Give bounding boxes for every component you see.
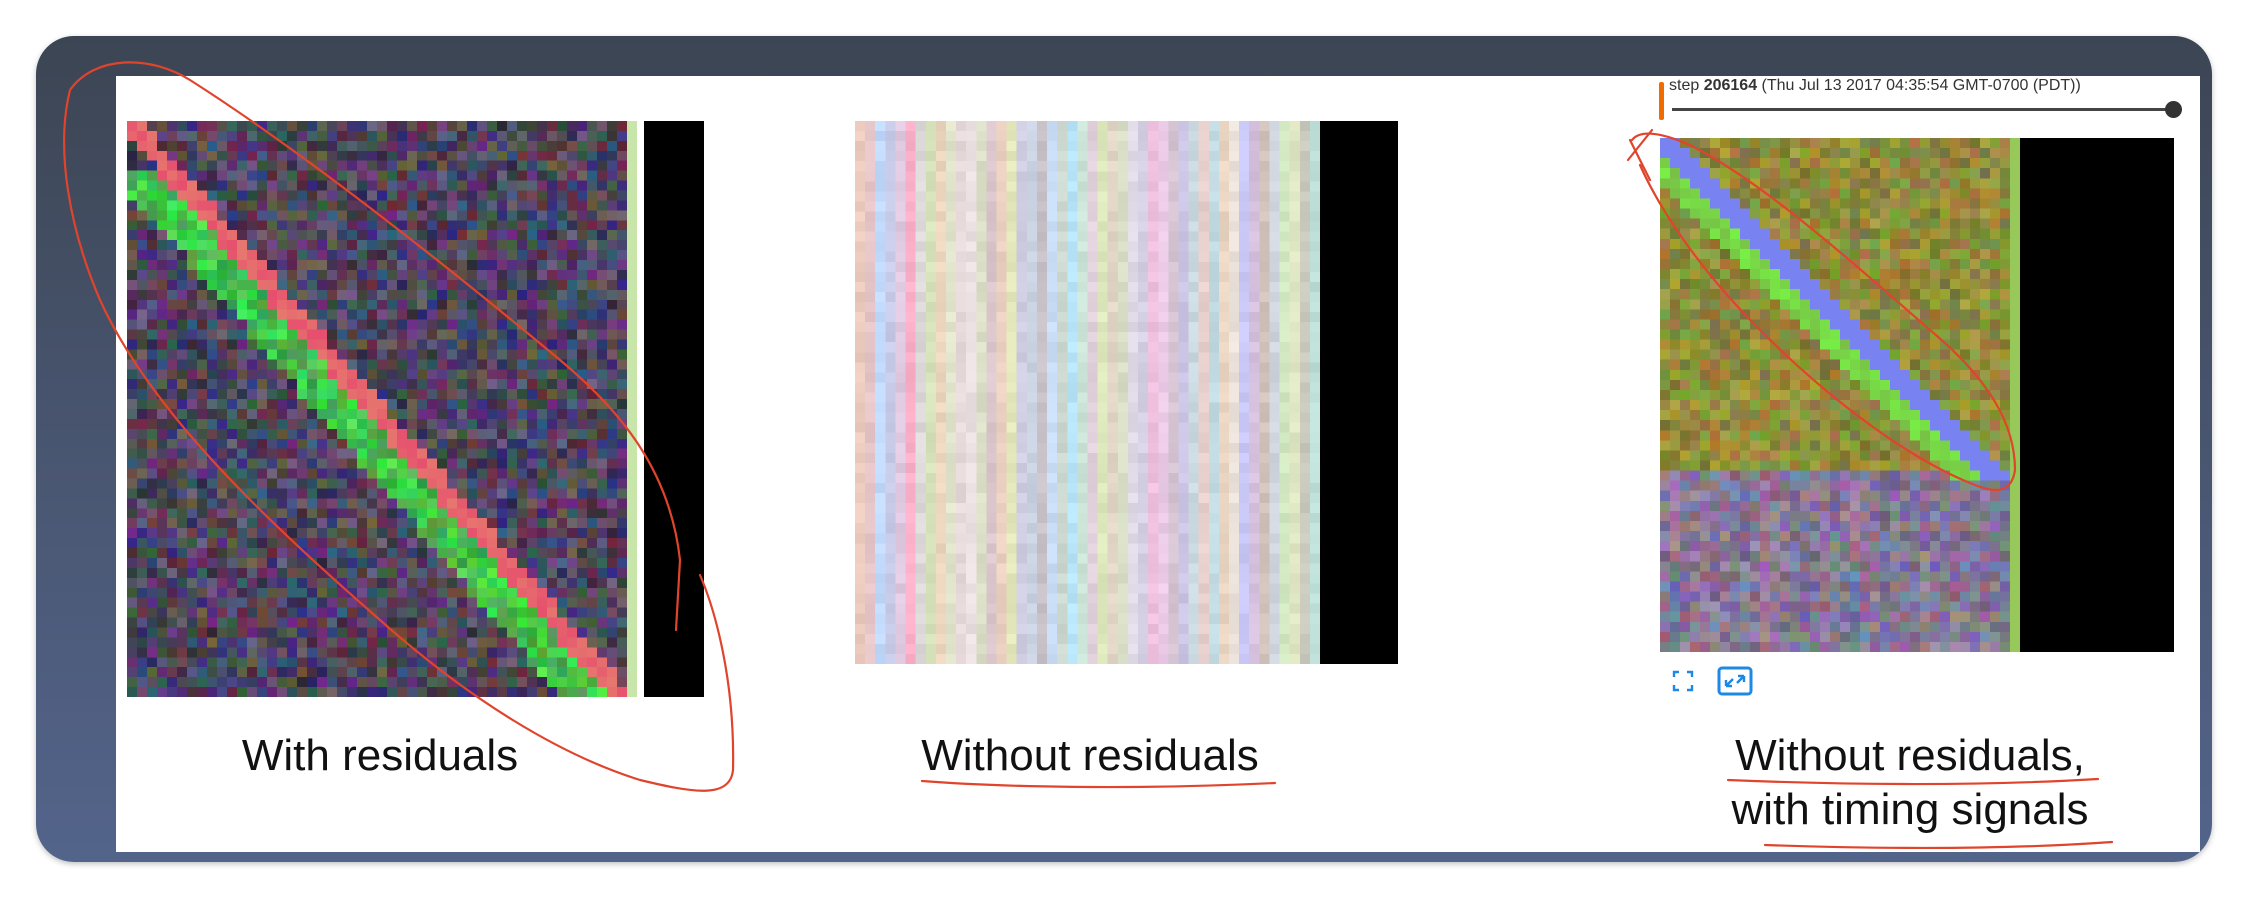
step-info: step 206164 (Thu Jul 13 2017 04:35:54 GM… [1669, 77, 2081, 95]
heatmap-without-residuals [855, 121, 1320, 664]
run-color-indicator [1659, 82, 1664, 120]
step-value: 206164 [1703, 77, 1758, 94]
fullscreen-icon[interactable] [1672, 670, 1694, 692]
step-timestamp: (Thu Jul 13 2017 04:35:54 GMT-0700 (PDT)… [1761, 77, 2081, 94]
heatmap-with-timing-signals [1660, 138, 2020, 652]
step-label: step [1669, 77, 1700, 94]
step-slider-track[interactable] [1672, 108, 2172, 111]
caption-timing-line-2: with timing signals [1731, 785, 2089, 834]
heatmap-with-residuals [127, 121, 637, 697]
caption-without-residuals: Without residuals [921, 731, 1259, 780]
black-bar [644, 121, 704, 697]
caption-with-residuals: With residuals [241, 731, 519, 780]
black-bar [2020, 138, 2174, 652]
step-slider-knob[interactable] [2165, 101, 2182, 118]
fit-image-icon[interactable] [1717, 666, 1753, 696]
caption-timing-line-1: Without residuals, [1735, 731, 2085, 780]
black-bar [1320, 121, 1398, 664]
